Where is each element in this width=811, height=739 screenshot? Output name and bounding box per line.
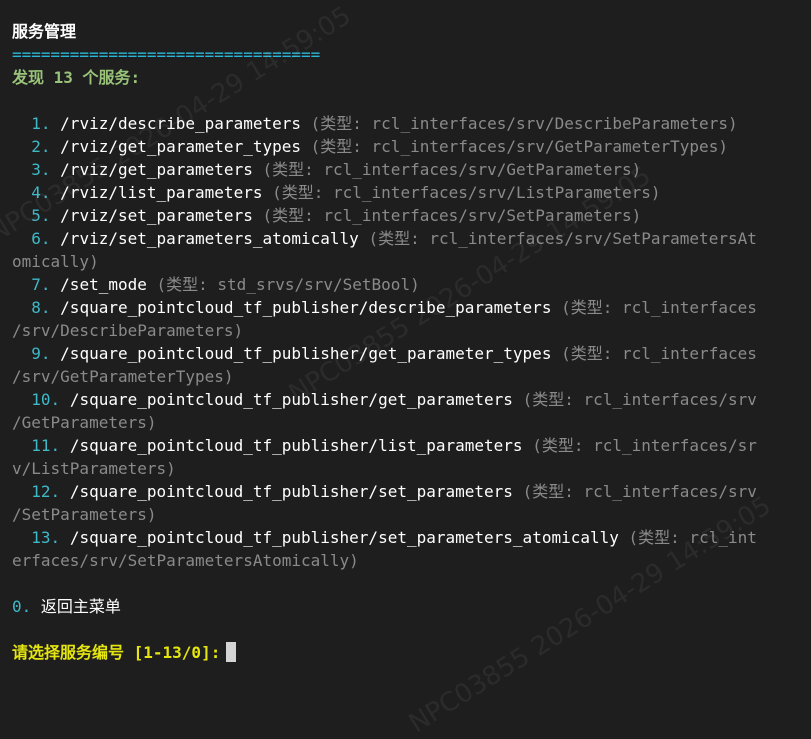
service-type: (类型: rcl_interfaces/srv/GetParameters) bbox=[262, 160, 642, 179]
service-item[interactable]: 4. /rviz/list_parameters (类型: rcl_interf… bbox=[12, 181, 799, 204]
service-number: 6. bbox=[31, 229, 51, 248]
service-path: /square_pointcloud_tf_publisher/get_para… bbox=[60, 344, 552, 363]
service-type-wrap: /srv/GetParameterTypes) bbox=[12, 367, 234, 386]
service-type-wrap: v/ListParameters) bbox=[12, 459, 176, 478]
service-item[interactable]: 5. /rviz/set_parameters (类型: rcl_interfa… bbox=[12, 204, 799, 227]
service-item[interactable]: 1. /rviz/describe_parameters (类型: rcl_in… bbox=[12, 112, 799, 135]
service-item[interactable]: 12. /square_pointcloud_tf_publisher/set_… bbox=[12, 480, 799, 503]
service-number: 7. bbox=[31, 275, 51, 294]
service-path: /square_pointcloud_tf_publisher/list_par… bbox=[69, 436, 523, 455]
service-type: (类型: rcl_interfaces bbox=[561, 298, 757, 317]
service-list: 1. /rviz/describe_parameters (类型: rcl_in… bbox=[12, 112, 799, 572]
service-number: 2. bbox=[31, 137, 51, 156]
service-type: (类型: rcl_interfaces/srv bbox=[522, 390, 757, 409]
service-path: /square_pointcloud_tf_publisher/describe… bbox=[60, 298, 552, 317]
service-type-wrap: /SetParameters) bbox=[12, 505, 157, 524]
service-path: /rviz/list_parameters bbox=[60, 183, 263, 202]
service-number: 10. bbox=[31, 390, 61, 409]
input-prompt: 请选择服务编号 [1-13/0]: bbox=[12, 643, 221, 662]
menu-item-back[interactable]: 0. 返回主菜单 bbox=[12, 595, 799, 618]
service-path: /rviz/set_parameters bbox=[60, 206, 253, 225]
service-type-continuation: omically) bbox=[12, 250, 799, 273]
service-number: 3. bbox=[31, 160, 51, 179]
text-cursor[interactable] bbox=[226, 642, 237, 662]
service-item[interactable]: 10. /square_pointcloud_tf_publisher/get_… bbox=[12, 388, 799, 411]
service-type: (类型: rcl_interfaces bbox=[561, 344, 757, 363]
service-type: (类型: rcl_interfaces/srv/ListParameters) bbox=[272, 183, 661, 202]
service-type: (类型: rcl_interfaces/srv/GetParameterType… bbox=[310, 137, 728, 156]
service-type-wrap: /srv/DescribeParameters) bbox=[12, 321, 244, 340]
service-number: 13. bbox=[31, 528, 61, 547]
service-path: /square_pointcloud_tf_publisher/get_para… bbox=[69, 390, 513, 409]
service-type-continuation: v/ListParameters) bbox=[12, 457, 799, 480]
service-type: (类型: rcl_interfaces/srv/SetParametersAt bbox=[368, 229, 757, 248]
service-path: /rviz/get_parameter_types bbox=[60, 137, 301, 156]
service-item[interactable]: 9. /square_pointcloud_tf_publisher/get_p… bbox=[12, 342, 799, 365]
service-path: /square_pointcloud_tf_publisher/set_para… bbox=[69, 482, 513, 501]
service-type-continuation: /srv/GetParameterTypes) bbox=[12, 365, 799, 388]
service-path: /rviz/set_parameters_atomically bbox=[60, 229, 359, 248]
service-item[interactable]: 2. /rviz/get_parameter_types (类型: rcl_in… bbox=[12, 135, 799, 158]
service-number: 4. bbox=[31, 183, 51, 202]
service-type: (类型: rcl_interfaces/srv bbox=[522, 482, 757, 501]
service-path: /set_mode bbox=[60, 275, 147, 294]
service-item[interactable]: 6. /rviz/set_parameters_atomically (类型: … bbox=[12, 227, 799, 250]
service-number: 1. bbox=[31, 114, 51, 133]
service-item[interactable]: 3. /rviz/get_parameters (类型: rcl_interfa… bbox=[12, 158, 799, 181]
terminal-window[interactable]: 服务管理 ================================ 发现… bbox=[0, 0, 811, 677]
service-type-continuation: /srv/DescribeParameters) bbox=[12, 319, 799, 342]
service-type-wrap: erfaces/srv/SetParametersAtomically) bbox=[12, 551, 359, 570]
service-number: 5. bbox=[31, 206, 51, 225]
service-type: (类型: rcl_int bbox=[628, 528, 757, 547]
menu-item-label: 返回主菜单 bbox=[40, 597, 121, 616]
service-item[interactable]: 13. /square_pointcloud_tf_publisher/set_… bbox=[12, 526, 799, 549]
menu-item-number: 0. bbox=[12, 597, 32, 616]
service-type: (类型: rcl_interfaces/srv/SetParameters) bbox=[262, 206, 642, 225]
service-type-continuation: erfaces/srv/SetParametersAtomically) bbox=[12, 549, 799, 572]
title-separator: ================================ bbox=[12, 45, 321, 64]
service-item[interactable]: 8. /square_pointcloud_tf_publisher/descr… bbox=[12, 296, 799, 319]
service-type: (类型: rcl_interfaces/srv/DescribeParamete… bbox=[310, 114, 738, 133]
service-item[interactable]: 11. /square_pointcloud_tf_publisher/list… bbox=[12, 434, 799, 457]
page-title: 服务管理 bbox=[12, 22, 77, 41]
service-type-continuation: /GetParameters) bbox=[12, 411, 799, 434]
service-path: /square_pointcloud_tf_publisher/set_para… bbox=[69, 528, 619, 547]
service-type-wrap: omically) bbox=[12, 252, 99, 271]
service-type-continuation: /SetParameters) bbox=[12, 503, 799, 526]
service-number: 9. bbox=[31, 344, 51, 363]
service-path: /rviz/get_parameters bbox=[60, 160, 253, 179]
service-path: /rviz/describe_parameters bbox=[60, 114, 301, 133]
service-item[interactable]: 7. /set_mode (类型: std_srvs/srv/SetBool) bbox=[12, 273, 799, 296]
service-type-wrap: /GetParameters) bbox=[12, 413, 157, 432]
service-number: 8. bbox=[31, 298, 51, 317]
service-number: 12. bbox=[31, 482, 61, 501]
service-type: (类型: rcl_interfaces/sr bbox=[532, 436, 757, 455]
services-found-count: 发现 13 个服务: bbox=[12, 68, 141, 87]
service-number: 11. bbox=[31, 436, 61, 455]
input-prompt-line[interactable]: 请选择服务编号 [1-13/0]: bbox=[12, 641, 799, 664]
service-type: (类型: std_srvs/srv/SetBool) bbox=[156, 275, 420, 294]
